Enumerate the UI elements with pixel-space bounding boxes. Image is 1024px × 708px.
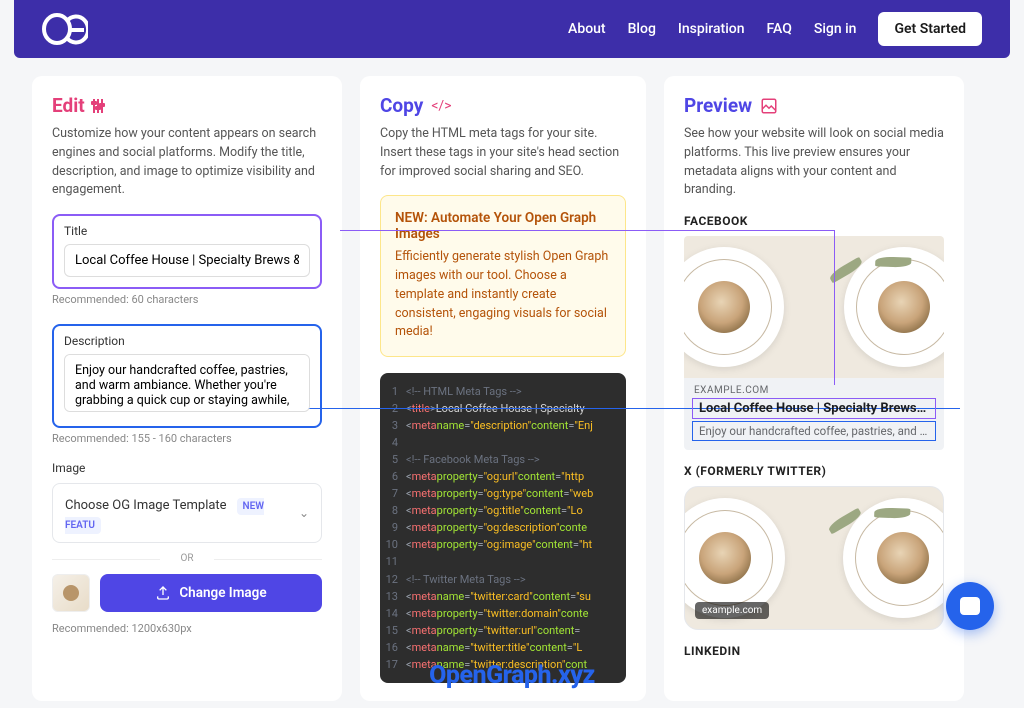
image-thumbnail[interactable] [52, 574, 90, 612]
edit-description: Customize how your content appears on se… [52, 125, 322, 200]
edit-heading: Edit [52, 94, 322, 117]
chat-icon [960, 597, 980, 615]
nav-about[interactable]: About [568, 21, 606, 37]
image-icon [760, 97, 778, 115]
description-hint: Recommended: 155 - 160 characters [52, 432, 322, 445]
facebook-label: FACEBOOK [684, 214, 944, 228]
promo-desc: Efficiently generate stylish Open Graph … [395, 248, 611, 342]
twitter-preview-card: example.com [684, 486, 944, 630]
edit-heading-text: Edit [52, 94, 85, 117]
chevron-down-icon: ⌄ [299, 506, 309, 520]
copy-description: Copy the HTML meta tags for your site. I… [380, 125, 626, 181]
nav-signin[interactable]: Sign in [814, 21, 857, 37]
nav-links: About Blog Inspiration FAQ Sign in Get S… [568, 12, 982, 46]
change-image-button[interactable]: Change Image [100, 574, 322, 612]
twitter-label: X (FORMERLY TWITTER) [684, 464, 944, 478]
footer: OpenGraph.xyz [0, 661, 1024, 690]
or-separator: OR [52, 553, 322, 564]
sliders-icon [93, 99, 103, 113]
facebook-preview-card: EXAMPLE.COM Local Coffee House | Special… [684, 236, 944, 450]
change-image-label: Change Image [179, 585, 266, 601]
promo-banner[interactable]: NEW: Automate Your Open Graph Images Eff… [380, 195, 626, 357]
facebook-preview-image [684, 236, 944, 378]
nav-inspiration[interactable]: Inspiration [678, 21, 745, 37]
nav-faq[interactable]: FAQ [767, 21, 792, 37]
code-block[interactable]: 1<!-- HTML Meta Tags --> 2<title>Local C… [380, 373, 626, 683]
get-started-button[interactable]: Get Started [878, 12, 982, 46]
title-hint: Recommended: 60 characters [52, 293, 322, 306]
twitter-domain: example.com [695, 602, 769, 619]
upload-icon [155, 585, 171, 601]
preview-description: See how your website will look on social… [684, 125, 944, 200]
preview-heading: Preview [684, 94, 944, 117]
copy-panel: Copy </> Copy the HTML meta tags for you… [360, 76, 646, 701]
copy-heading: Copy </> [380, 94, 626, 117]
title-field-group: Title [52, 214, 322, 289]
facebook-title: Local Coffee House | Specialty Brews … [699, 401, 929, 416]
logo-icon [42, 11, 88, 47]
og-template-select[interactable]: Choose OG Image Template NEW FEATU ⌄ [52, 483, 322, 543]
logo[interactable] [42, 11, 88, 47]
linkedin-label: LINKEDIN [684, 644, 944, 658]
title-input[interactable] [64, 244, 310, 277]
preview-heading-text: Preview [684, 94, 752, 117]
navbar: About Blog Inspiration FAQ Sign in Get S… [14, 0, 1010, 58]
description-field-group: Description [52, 324, 322, 428]
code-icon: </> [431, 98, 451, 114]
facebook-desc: Enjoy our handcrafted coffee, pastries, … [699, 424, 929, 438]
preview-panel: Preview See how your website will look o… [664, 76, 964, 701]
copy-heading-text: Copy [380, 94, 423, 117]
chat-button[interactable] [946, 582, 994, 630]
edit-panel: Edit Customize how your content appears … [32, 76, 342, 701]
image-hint: Recommended: 1200x630px [52, 622, 322, 635]
nav-blog[interactable]: Blog [628, 21, 656, 37]
promo-title: NEW: Automate Your Open Graph Images [395, 210, 611, 242]
og-template-text: Choose OG Image Template [65, 498, 227, 513]
facebook-domain: EXAMPLE.COM [694, 385, 934, 396]
description-label: Description [64, 334, 310, 348]
image-label: Image [52, 461, 322, 475]
title-label: Title [64, 224, 310, 238]
footer-brand: OpenGraph.xyz [429, 661, 595, 690]
description-input[interactable] [64, 354, 310, 412]
